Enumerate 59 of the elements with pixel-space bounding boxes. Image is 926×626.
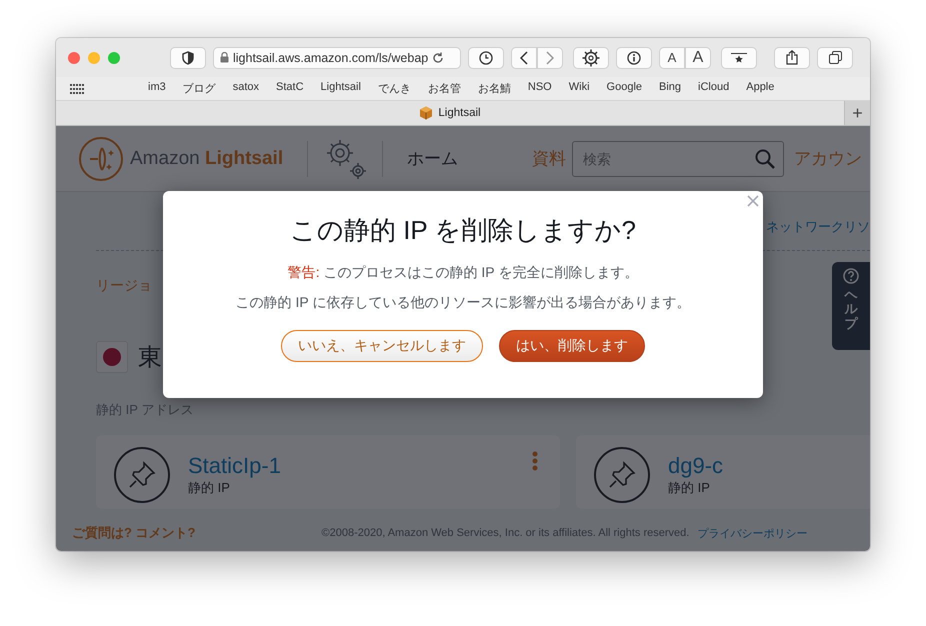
- lock-icon: [220, 52, 229, 63]
- copyright-text: ©2008-2020, Amazon Web Services, Inc. or its affiliates. All rights reserved.: [322, 527, 690, 539]
- grid-icon[interactable]: [70, 84, 84, 94]
- bookmark-link[interactable]: StatC: [276, 81, 304, 96]
- warning-text: 警告: このプロセスはこの静的 IP を完全に削除します。: [288, 264, 638, 282]
- pushpin-drawing: [127, 460, 157, 490]
- new-tab-button[interactable]: +: [844, 101, 870, 125]
- privacy-button[interactable]: [170, 46, 206, 68]
- region-name: 東: [138, 343, 162, 373]
- static-ip-card[interactable]: dg9-c 静的 IP: [576, 435, 870, 509]
- reader-button[interactable]: [721, 46, 757, 68]
- info-icon: [627, 50, 641, 64]
- settings-button[interactable]: [573, 46, 609, 68]
- larger-text-button[interactable]: A: [685, 46, 711, 68]
- bookmark-link[interactable]: Google: [606, 81, 642, 96]
- bookmark-link[interactable]: Apple: [746, 81, 774, 96]
- shield-icon: [182, 50, 194, 64]
- share-icon: [786, 50, 798, 65]
- tab-title: Lightsail: [438, 107, 481, 119]
- bookmark-link[interactable]: Bing: [659, 81, 682, 96]
- info-button[interactable]: [616, 46, 652, 68]
- bookmark-link[interactable]: Wiki: [568, 81, 590, 96]
- cancel-button[interactable]: いいえ、キャンセルします: [281, 330, 483, 362]
- clock-icon: [479, 50, 493, 64]
- tabs-button[interactable]: [817, 46, 853, 68]
- nav-link[interactable]: ホーム: [407, 147, 458, 170]
- star-icon: [731, 52, 747, 62]
- lightsail-logo-icon: [78, 136, 124, 182]
- japan-flag-icon: [96, 341, 128, 373]
- static-ip-type: 静的 IP: [668, 479, 711, 497]
- chevron-right-icon: [546, 50, 554, 64]
- back-button[interactable]: [511, 46, 537, 68]
- share-button[interactable]: [774, 46, 810, 68]
- bookmark-link[interactable]: お名鯖: [478, 81, 511, 96]
- bookmark-link[interactable]: ブログ: [182, 81, 216, 96]
- bookmark-link[interactable]: NSO: [528, 81, 552, 96]
- tabs-icon: [828, 51, 842, 64]
- question-icon: [843, 268, 859, 284]
- bookmark-link[interactable]: satox: [232, 81, 260, 96]
- box-icon: [419, 106, 434, 120]
- smaller-text-button[interactable]: A: [659, 46, 685, 68]
- bookmark-link[interactable]: Lightsail: [320, 81, 361, 96]
- bookmark-link[interactable]: iCloud: [698, 81, 730, 96]
- history-button[interactable]: [468, 46, 504, 68]
- reload-icon: [432, 52, 444, 64]
- dialog-title: この静的 IP を削除しますか?: [290, 214, 636, 247]
- browser-tab[interactable]: Lightsail: [56, 101, 844, 125]
- delete-button[interactable]: はい、削除します: [499, 330, 645, 362]
- bookmark-link[interactable]: im3: [148, 81, 166, 96]
- gear-icon: [582, 48, 600, 66]
- address-bar[interactable]: lightsail.aws.amazon.com/ls/webap: [213, 46, 461, 68]
- search-icon: [755, 148, 776, 168]
- bookmark-link[interactable]: でんき: [378, 81, 411, 96]
- chevron-left-icon: [520, 50, 528, 64]
- pushpin-drawing: [607, 460, 637, 490]
- help-label: ヘルプ: [844, 288, 858, 331]
- static-ip-type: 静的 IP: [188, 479, 231, 497]
- dialog-message: この静的 IP に依存している他のリソースに影響が出る場合があります。: [236, 294, 690, 312]
- bookmark-link[interactable]: お名管: [428, 81, 461, 96]
